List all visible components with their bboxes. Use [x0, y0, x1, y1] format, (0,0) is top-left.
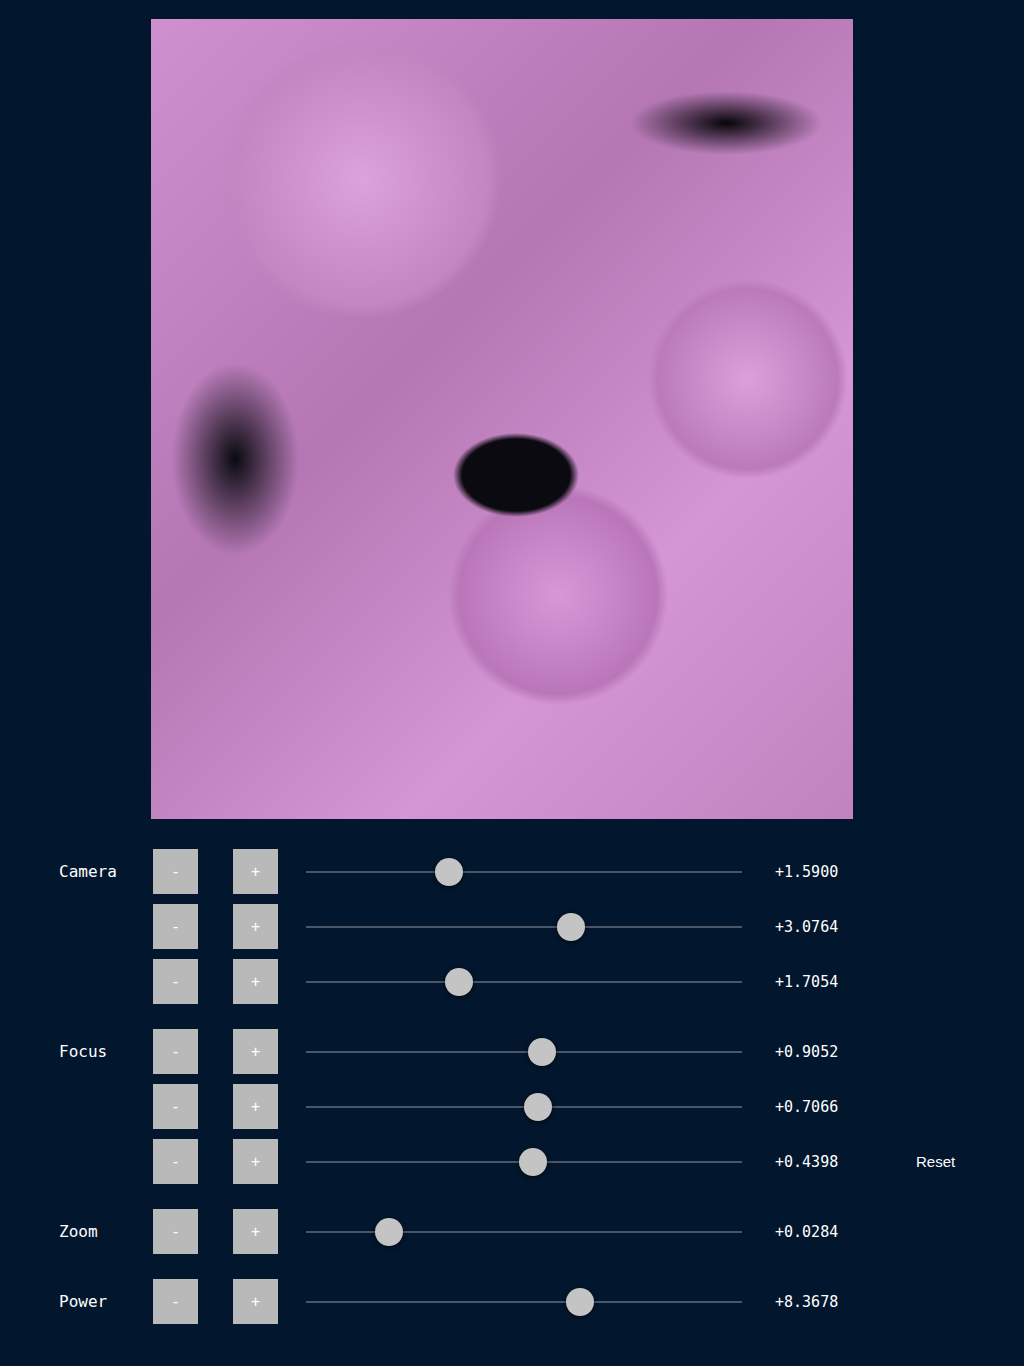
- slider-track: [306, 926, 742, 928]
- plus-button[interactable]: +: [233, 959, 278, 1004]
- group-label: Zoom: [59, 1222, 153, 1241]
- slider[interactable]: [306, 857, 742, 887]
- fractal-render[interactable]: [151, 19, 853, 819]
- slider[interactable]: [306, 912, 742, 942]
- plus-button[interactable]: +: [233, 1084, 278, 1129]
- slider-row: - + +0.4398 Reset: [0, 1139, 1024, 1184]
- minus-button[interactable]: -: [153, 1209, 198, 1254]
- slider-value: +0.0284: [742, 1223, 912, 1241]
- plus-button[interactable]: +: [233, 904, 278, 949]
- page: Camera - + +1.5900 - + +3.0764 - + +1.70…: [0, 0, 1024, 1366]
- minus-button[interactable]: -: [153, 1084, 198, 1129]
- slider-value: +0.7066: [742, 1098, 912, 1116]
- plus-button[interactable]: +: [233, 849, 278, 894]
- slider-value: +1.5900: [742, 863, 912, 881]
- control-group: Zoom - + +0.0284: [0, 1209, 1024, 1254]
- slider[interactable]: [306, 967, 742, 997]
- slider-value: +8.3678: [742, 1293, 912, 1311]
- slider-value: +0.9052: [742, 1043, 912, 1061]
- minus-button[interactable]: -: [153, 1279, 198, 1324]
- group-label: Power: [59, 1292, 153, 1311]
- slider-track: [306, 871, 742, 873]
- slider-thumb[interactable]: [375, 1218, 403, 1246]
- slider[interactable]: [306, 1217, 742, 1247]
- control-group: Focus - + +0.9052 - + +0.7066 - + +0.439…: [0, 1029, 1024, 1184]
- slider[interactable]: [306, 1037, 742, 1067]
- reset-button[interactable]: Reset: [912, 1151, 959, 1172]
- slider-track: [306, 981, 742, 983]
- slider-row: - + +1.7054: [0, 959, 1024, 1004]
- plus-button[interactable]: +: [233, 1279, 278, 1324]
- slider-thumb[interactable]: [566, 1288, 594, 1316]
- slider-track: [306, 1051, 742, 1053]
- slider-row: - + +3.0764: [0, 904, 1024, 949]
- slider-row: Zoom - + +0.0284: [0, 1209, 1024, 1254]
- slider-thumb[interactable]: [557, 913, 585, 941]
- slider-thumb[interactable]: [524, 1093, 552, 1121]
- slider-row: Camera - + +1.5900: [0, 849, 1024, 894]
- minus-button[interactable]: -: [153, 959, 198, 1004]
- slider-track: [306, 1301, 742, 1303]
- slider-thumb[interactable]: [435, 858, 463, 886]
- group-label: Camera: [59, 862, 153, 881]
- slider-thumb[interactable]: [519, 1148, 547, 1176]
- slider[interactable]: [306, 1287, 742, 1317]
- plus-button[interactable]: +: [233, 1139, 278, 1184]
- slider-value: +3.0764: [742, 918, 912, 936]
- controls: Camera - + +1.5900 - + +3.0764 - + +1.70…: [0, 849, 1024, 1324]
- slider-row: Power - + +8.3678: [0, 1279, 1024, 1324]
- minus-button[interactable]: -: [153, 1029, 198, 1074]
- render-area: [0, 19, 1024, 819]
- slider-track: [306, 1231, 742, 1233]
- slider-thumb[interactable]: [445, 968, 473, 996]
- slider-value: +1.7054: [742, 973, 912, 991]
- group-label: Focus: [59, 1042, 153, 1061]
- control-group: Power - + +8.3678: [0, 1279, 1024, 1324]
- plus-button[interactable]: +: [233, 1029, 278, 1074]
- slider[interactable]: [306, 1147, 742, 1177]
- plus-button[interactable]: +: [233, 1209, 278, 1254]
- minus-button[interactable]: -: [153, 849, 198, 894]
- slider-row: Focus - + +0.9052: [0, 1029, 1024, 1074]
- slider-row: - + +0.7066: [0, 1084, 1024, 1129]
- slider-thumb[interactable]: [528, 1038, 556, 1066]
- minus-button[interactable]: -: [153, 1139, 198, 1184]
- slider-value: +0.4398: [742, 1153, 912, 1171]
- control-group: Camera - + +1.5900 - + +3.0764 - + +1.70…: [0, 849, 1024, 1004]
- minus-button[interactable]: -: [153, 904, 198, 949]
- slider[interactable]: [306, 1092, 742, 1122]
